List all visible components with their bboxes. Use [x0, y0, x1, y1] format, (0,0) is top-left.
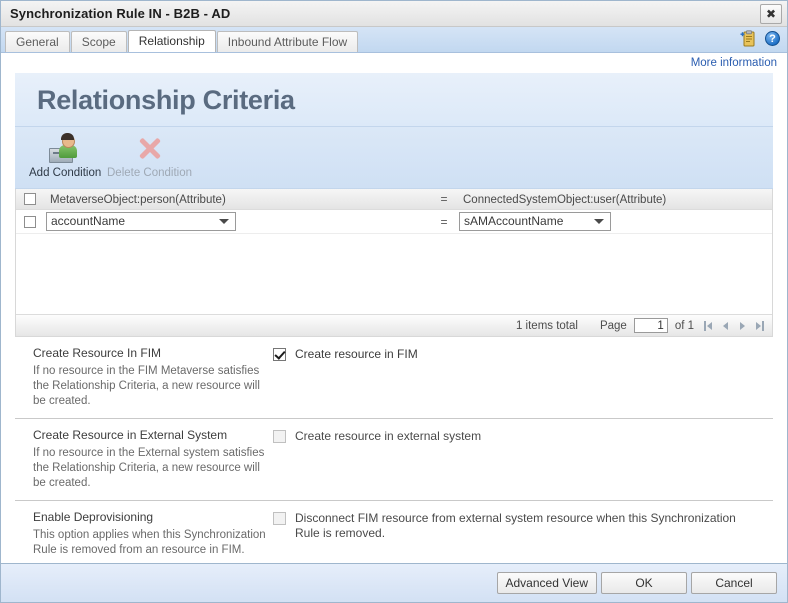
close-icon[interactable]: ✖ [760, 4, 782, 24]
add-condition-button[interactable]: Add Condition [29, 131, 101, 179]
tab-strip: General Scope Relationship Inbound Attri… [1, 27, 787, 53]
page-title: Relationship Criteria [37, 85, 295, 115]
option-description-1: Create Resource In FIM If no resource in… [15, 346, 273, 409]
option-control-1: Create resource in FIM [273, 346, 773, 409]
row-right-column: sAMAccountName [457, 212, 772, 231]
option-description-2: Create Resource in External System If no… [15, 428, 273, 491]
tab-strip-actions: ? [740, 30, 780, 47]
create-resource-in-fim-section: Create Resource In FIM If no resource in… [15, 337, 773, 419]
select-all-checkbox[interactable] [24, 193, 36, 205]
select-all-cell [16, 193, 44, 205]
option-description-3: Enable Deprovisioning This option applie… [15, 510, 273, 558]
sync-rule-dialog: Synchronization Rule IN - B2B - AD ✖ Gen… [0, 0, 788, 603]
row-select-checkbox[interactable] [24, 215, 36, 228]
section-header: Relationship Criteria [15, 73, 773, 127]
tab-scope[interactable]: Scope [70, 31, 127, 52]
last-page-button[interactable] [752, 320, 764, 332]
delete-condition-icon [107, 131, 192, 165]
add-condition-label: Add Condition [29, 167, 102, 179]
header-operator: = [440, 192, 448, 206]
option-desc-2: If no resource in the External system sa… [33, 447, 265, 489]
create-resource-in-fim-label: Create resource in FIM [295, 347, 418, 361]
table-row: accountName = sAMAccountName [16, 210, 772, 234]
page-number-input[interactable] [633, 318, 668, 333]
previous-page-button[interactable] [720, 320, 732, 332]
header-right-column: ConnectedSystemObject:user(Attribute) [457, 192, 772, 206]
grid-header-row: MetaverseObject:person(Attribute) = Conn… [16, 189, 772, 210]
delete-condition-button: Delete Condition [107, 131, 192, 179]
title-bar: Synchronization Rule IN - B2B - AD ✖ [1, 1, 787, 27]
option-control-2: Create resource in external system [273, 428, 773, 491]
option-control-3: Disconnect FIM resource from external sy… [273, 510, 773, 558]
help-icon[interactable]: ? [765, 31, 780, 46]
page-label: Page [599, 319, 627, 332]
tab-general[interactable]: General [5, 31, 70, 52]
connected-system-attribute-value: sAMAccountName [464, 214, 564, 228]
chevron-down-icon [219, 219, 229, 224]
row-left-column: accountName [44, 212, 431, 231]
window-title: Synchronization Rule IN - B2B - AD [10, 6, 231, 21]
first-page-button[interactable] [704, 320, 716, 332]
header-right-label: ConnectedSystemObject:user(Attribute) [463, 194, 667, 206]
next-page-button[interactable] [736, 320, 748, 332]
chevron-down-icon [594, 219, 604, 224]
content-panel: Relationship Criteria Add Condition Dele… [15, 73, 773, 568]
relationship-criteria-grid: MetaverseObject:person(Attribute) = Conn… [15, 189, 773, 337]
tab-inbound-attribute-flow[interactable]: Inbound Attribute Flow [216, 31, 359, 52]
create-resource-in-fim-checkbox[interactable] [273, 348, 286, 361]
delete-condition-label: Delete Condition [107, 167, 193, 179]
row-operator: = [440, 214, 448, 229]
option-title-1: Create Resource In FIM [33, 346, 162, 360]
create-resource-in-external-system-checkbox [273, 430, 286, 443]
create-resource-in-external-system-label: Create resource in external system [295, 429, 482, 443]
pager-buttons [704, 320, 764, 332]
advanced-view-button[interactable]: Advanced View [496, 572, 597, 594]
header-left-column: MetaverseObject:person(Attribute) [44, 192, 431, 206]
option-title-2: Create Resource in External System [33, 428, 228, 442]
more-information-bar: More information [1, 53, 787, 73]
metaverse-attribute-value: accountName [51, 214, 126, 228]
ok-button[interactable]: OK [601, 572, 687, 594]
more-information-link[interactable]: More information [691, 57, 777, 69]
grid-pagination: 1 items total Page of 1 [16, 314, 772, 336]
dialog-footer: Advanced View OK Cancel [1, 563, 787, 602]
items-total-label: 1 items total [515, 319, 578, 332]
create-resource-in-external-system-section: Create Resource in External System If no… [15, 419, 773, 501]
enable-deprovisioning-checkbox [273, 512, 286, 525]
cancel-button[interactable]: Cancel [691, 572, 777, 594]
row-select-cell [16, 215, 44, 228]
add-condition-icon [29, 131, 101, 165]
header-left-label: MetaverseObject:person(Attribute) [50, 194, 226, 206]
tab-relationship[interactable]: Relationship [127, 30, 216, 52]
option-title-3: Enable Deprovisioning [33, 510, 154, 524]
option-desc-1: If no resource in the FIM Metaverse sati… [33, 365, 260, 407]
metaverse-attribute-select[interactable]: accountName [46, 212, 236, 231]
enable-deprovisioning-label: Disconnect FIM resource from external sy… [295, 511, 736, 540]
enable-deprovisioning-section: Enable Deprovisioning This option applie… [15, 501, 773, 568]
connected-system-attribute-select[interactable]: sAMAccountName [459, 212, 611, 231]
clipboard-add-icon[interactable] [740, 30, 756, 47]
page-of-label: of 1 [674, 319, 694, 332]
criteria-toolbar: Add Condition Delete Condition [15, 127, 773, 189]
option-desc-3: This option applies when this Synchroniz… [33, 529, 266, 556]
